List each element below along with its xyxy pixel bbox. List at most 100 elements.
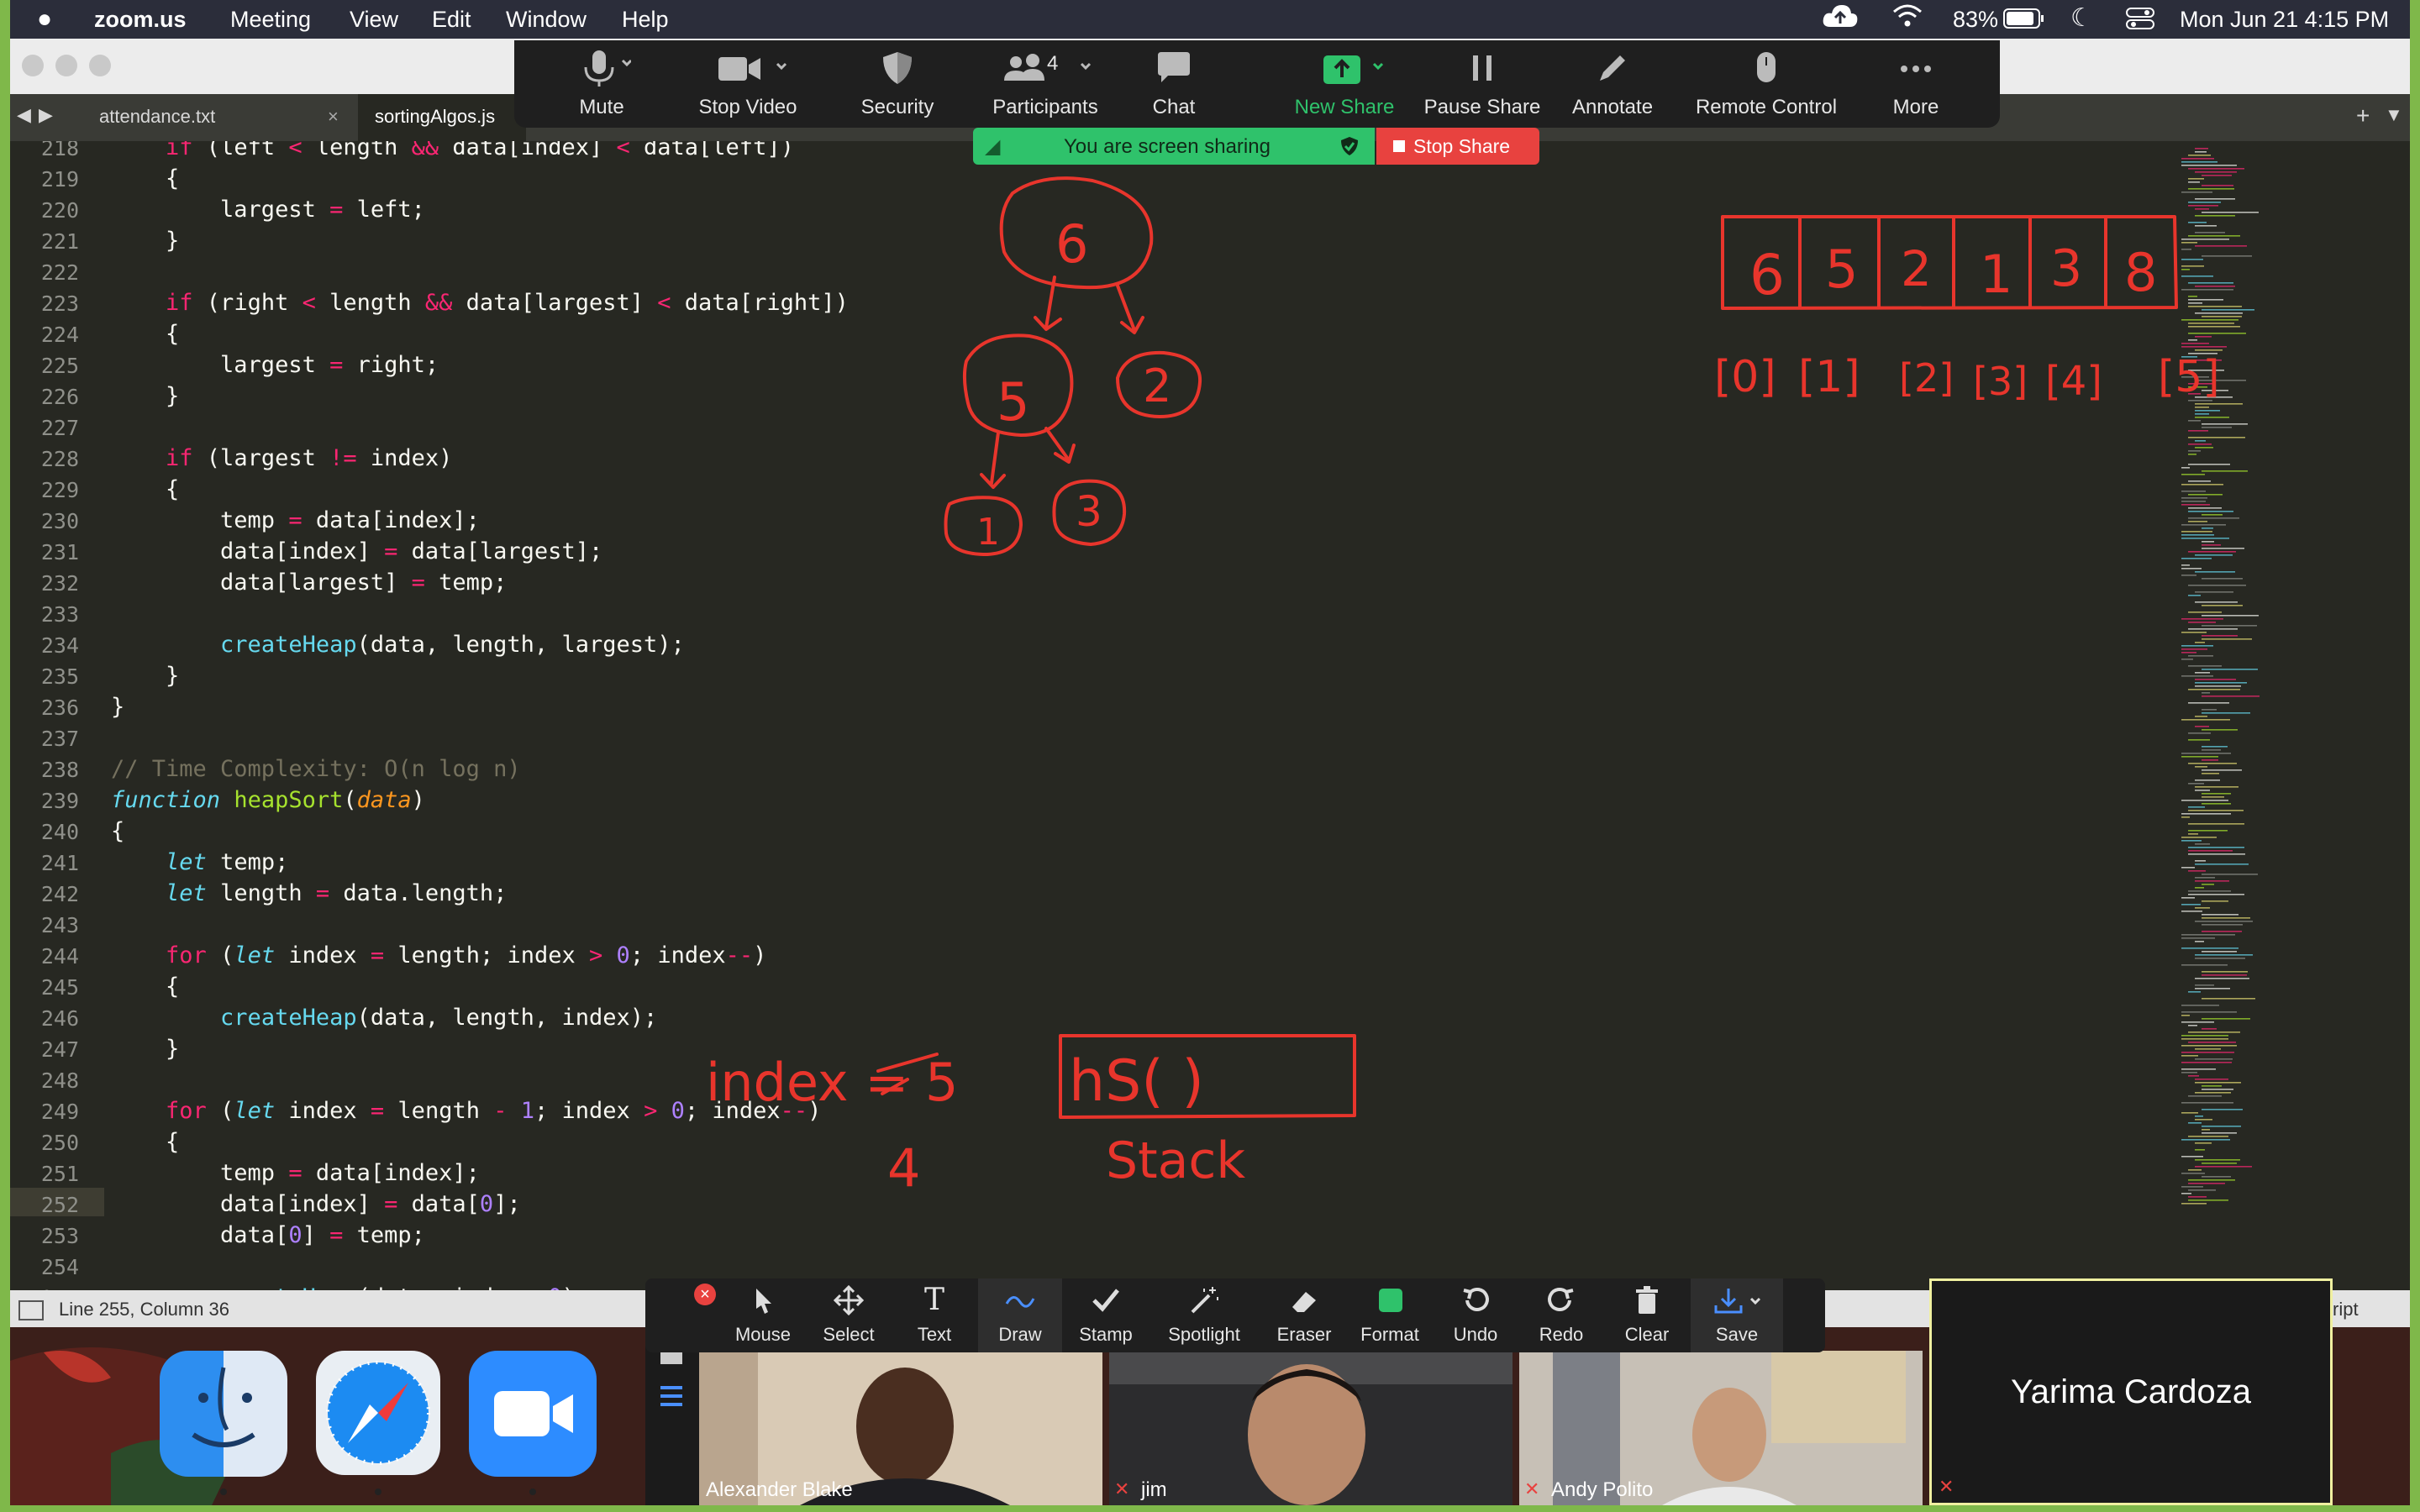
- gallery-view-icon[interactable]: [660, 1352, 682, 1364]
- shield-check-icon: [1339, 135, 1360, 161]
- undo-tool[interactable]: Undo: [1434, 1278, 1518, 1352]
- chat-bubble-icon: [1158, 52, 1190, 82]
- syntax-mode[interactable]: ript: [2333, 1299, 2359, 1320]
- download-icon: [1714, 1289, 1761, 1314]
- array-index-4: [4]: [2045, 358, 2102, 405]
- cursor-position[interactable]: Line 255, Column 36: [59, 1299, 229, 1320]
- microphone-icon: [584, 50, 633, 87]
- participant-name-large: Yarima Cardoza: [2010, 1373, 2252, 1410]
- array-value-5: 8: [2124, 242, 2157, 303]
- shield-icon: [883, 52, 912, 84]
- more-dots-icon: [1901, 66, 1931, 72]
- participant-video-yarima[interactable]: Yarima Cardoza ✕: [1929, 1278, 2333, 1505]
- panel-toggle-icon[interactable]: [18, 1300, 44, 1320]
- share-screen-icon: [1323, 55, 1384, 84]
- magic-wand-icon: [1191, 1287, 1218, 1314]
- spotlight-tool[interactable]: Spotlight: [1150, 1278, 1259, 1352]
- index-note: index = 5: [706, 1052, 958, 1113]
- participant-video-andy[interactable]: ✕ Andy Polito: [1519, 1351, 1923, 1505]
- dock-running-dot: [375, 1488, 381, 1495]
- array-box: [1721, 215, 2178, 310]
- stop-share-label: Stop Share: [1413, 135, 1511, 157]
- sharing-text: You are screen sharing: [1064, 135, 1270, 158]
- arrow-cursor-icon: [756, 1289, 771, 1314]
- participant-video-jim[interactable]: ✕ jim: [1109, 1351, 1512, 1505]
- select-tool[interactable]: Select: [807, 1278, 891, 1352]
- security-button[interactable]: Security: [830, 40, 965, 128]
- array-value-3: 1: [1980, 244, 2012, 305]
- stop-video-button[interactable]: Stop Video: [671, 40, 825, 128]
- tree-edge: [1044, 427, 1076, 464]
- finder-icon[interactable]: [160, 1351, 287, 1477]
- tree-label-5: 5: [997, 371, 1029, 433]
- video-camera-icon: [718, 57, 787, 81]
- stack-call: hS( ): [1069, 1048, 1204, 1115]
- participants-button[interactable]: 4 Participants: [970, 40, 1121, 128]
- array-index-0: [0]: [1714, 352, 1776, 402]
- screen-sharing-banner: ◢ You are screen sharing Stop Share: [973, 128, 1539, 165]
- eraser-tool[interactable]: Eraser: [1262, 1278, 1346, 1352]
- participant-video-alexander[interactable]: Alexander Blake: [699, 1351, 1102, 1505]
- stamp-tool[interactable]: Stamp: [1064, 1278, 1148, 1352]
- mouse-icon: [1757, 52, 1776, 82]
- chat-button[interactable]: Chat: [1128, 40, 1220, 128]
- pause-share-button[interactable]: Pause Share: [1413, 40, 1551, 128]
- muted-mic-icon: ✕: [1524, 1478, 1540, 1499]
- zoom-meeting-controls: Mute Stop Video Security 4 Participants …: [514, 40, 2000, 128]
- stack-label: Stack: [1106, 1131, 1245, 1190]
- format-tool[interactable]: Format: [1348, 1278, 1432, 1352]
- trash-icon: [1636, 1286, 1658, 1314]
- mouse-tool[interactable]: Mouse: [721, 1278, 805, 1352]
- redo-icon: [1548, 1287, 1574, 1311]
- clear-tool[interactable]: Clear: [1605, 1278, 1689, 1352]
- move-arrows-icon: [833, 1284, 865, 1316]
- sharing-indicator[interactable]: ◢ You are screen sharing: [973, 128, 1375, 165]
- checkmark-icon: [1092, 1289, 1119, 1312]
- mute-button[interactable]: Mute: [548, 40, 655, 128]
- dock-running-dot: [220, 1488, 227, 1495]
- redo-tool[interactable]: Redo: [1519, 1278, 1603, 1352]
- more-button[interactable]: More: [1874, 40, 1958, 128]
- array-index-2: [2]: [1899, 355, 1954, 401]
- tree-edge: [1116, 284, 1144, 334]
- squiggle-line-icon: [1005, 1296, 1035, 1308]
- text-tool[interactable]: T Text: [892, 1278, 976, 1352]
- muted-mic-icon: ✕: [1114, 1478, 1130, 1499]
- safari-icon[interactable]: [316, 1351, 440, 1475]
- tree-label-6: 6: [1055, 213, 1088, 275]
- new-share-button[interactable]: New Share: [1270, 40, 1418, 128]
- array-index-5: [5]: [2158, 352, 2220, 402]
- array-index-1: [1]: [1798, 352, 1860, 402]
- tree-label-2: 2: [1143, 360, 1171, 412]
- tree-edge: [980, 431, 1006, 489]
- annotate-button[interactable]: Annotate: [1558, 40, 1667, 128]
- array-value-1: 5: [1825, 239, 1858, 300]
- drag-handle-icon[interactable]: ◢: [985, 134, 1000, 159]
- tree-label-3: 3: [1076, 487, 1102, 536]
- draw-tool[interactable]: Draw: [978, 1278, 1062, 1352]
- participant-count: 4: [1047, 52, 1059, 75]
- array-value-2: 2: [1901, 240, 1932, 297]
- participant-name: jim: [1141, 1478, 1167, 1501]
- stop-share-button[interactable]: Stop Share: [1376, 128, 1539, 165]
- pause-icon: [1473, 55, 1491, 81]
- participant-name: Andy Polito: [1551, 1478, 1654, 1501]
- participant-name: Alexander Blake: [706, 1478, 853, 1501]
- zoom-app-icon[interactable]: [469, 1351, 597, 1477]
- save-tool[interactable]: Save: [1691, 1278, 1783, 1352]
- participant-video-frame: [1109, 1351, 1512, 1505]
- index-new-value: 4: [887, 1137, 920, 1199]
- muted-mic-icon: ✕: [1939, 1476, 1954, 1497]
- undo-icon: [1463, 1287, 1489, 1311]
- tree-label-1: 1: [976, 511, 1000, 554]
- color-swatch-icon: [1379, 1289, 1402, 1312]
- eraser-icon: [1292, 1292, 1316, 1312]
- array-value-4: 3: [2050, 239, 2082, 298]
- dock-running-dot: [529, 1488, 536, 1495]
- remote-control-button[interactable]: Remote Control: [1682, 40, 1850, 128]
- pencil-icon: [1600, 55, 1625, 81]
- annotation-toolbar: × Mouse Select T Text Draw Stamp Spotlig…: [645, 1278, 1825, 1352]
- text-icon: T: [923, 1283, 944, 1317]
- close-annotation-icon[interactable]: ×: [694, 1284, 716, 1305]
- speaker-view-icon[interactable]: [660, 1386, 682, 1406]
